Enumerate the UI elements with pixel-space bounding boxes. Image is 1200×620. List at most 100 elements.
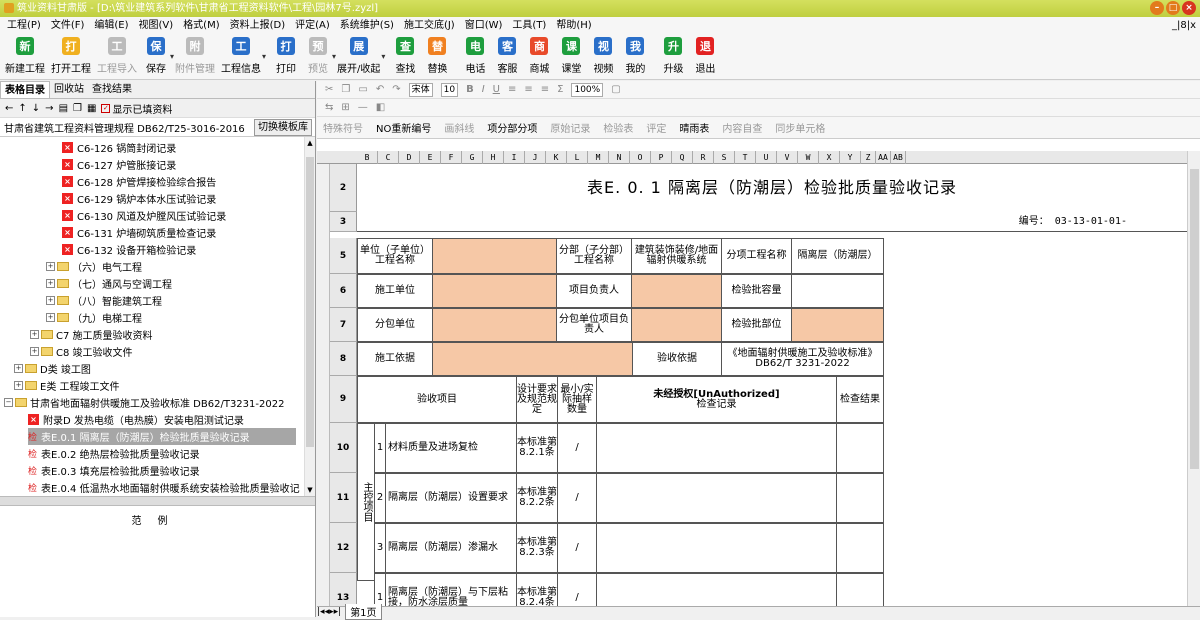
expand-icon[interactable]: + xyxy=(14,381,23,390)
up-icon[interactable]: ↑ xyxy=(18,103,26,114)
batch-capacity-input[interactable] xyxy=(791,274,884,308)
toolbar-button-user[interactable]: 我我的 xyxy=(619,34,651,79)
toolbar-button-service[interactable]: 客客服 xyxy=(491,34,523,79)
column-letter[interactable]: B xyxy=(357,151,378,164)
paste-icon[interactable]: ▭ xyxy=(358,84,367,95)
expand-icon[interactable]: + xyxy=(46,279,55,288)
tree-node[interactable]: + C7 施工质量验收资料 xyxy=(30,326,153,343)
line-icon[interactable]: — xyxy=(358,102,368,113)
tree-node[interactable]: × C6-129 锅炉本体水压试验记录 xyxy=(62,190,216,207)
toolbar-button-video[interactable]: 视视频 xyxy=(587,34,619,79)
item-sample[interactable]: / xyxy=(557,573,597,606)
merge-icon[interactable]: ⊞ xyxy=(341,102,349,113)
tree-node[interactable]: × C6-128 炉管焊接检验综合报告 xyxy=(62,173,216,190)
row-header[interactable]: 7 xyxy=(330,308,357,342)
toolbar-button-find[interactable]: 查查找 xyxy=(389,34,421,79)
redo-icon[interactable]: ↷ xyxy=(392,84,400,95)
column-letter[interactable]: AA xyxy=(876,151,891,164)
code-value[interactable]: 03-13-01-01- xyxy=(1055,216,1127,227)
tree-node[interactable]: + （八）智能建筑工程 xyxy=(46,292,162,309)
row-header[interactable]: 11 xyxy=(330,473,357,523)
item-check-result[interactable] xyxy=(836,473,884,523)
column-letter[interactable]: Z xyxy=(861,151,876,164)
expand-icon[interactable]: + xyxy=(30,347,39,356)
item-check-result[interactable] xyxy=(836,423,884,473)
column-letter[interactable]: D xyxy=(399,151,420,164)
item-check-record[interactable] xyxy=(596,523,837,573)
sheet-scrollbar[interactable] xyxy=(1187,151,1200,606)
column-letter[interactable]: R xyxy=(693,151,714,164)
tree-node[interactable]: × C6-127 炉管胀接记录 xyxy=(62,156,176,173)
close-button[interactable]: × xyxy=(1182,1,1196,15)
item-check-result[interactable] xyxy=(836,523,884,573)
menu-item[interactable]: 窗口(W) xyxy=(460,17,508,34)
toolbar-button-info[interactable]: 工工程信息 xyxy=(218,34,264,79)
menu-item[interactable]: 资料上报(D) xyxy=(225,17,291,34)
item-check-record[interactable] xyxy=(596,423,837,473)
project-lead-input[interactable] xyxy=(631,274,722,308)
expand-icon[interactable]: + xyxy=(30,330,39,339)
tree-node[interactable]: 检表E.0.2 绝热层检验批质量验收记录 xyxy=(28,445,200,462)
copy-icon[interactable]: ❐ xyxy=(341,84,350,95)
column-letter[interactable]: AB xyxy=(891,151,906,164)
column-letter[interactable]: P xyxy=(651,151,672,164)
row-header[interactable]: 13 xyxy=(330,573,357,606)
wrap-icon[interactable]: ⇆ xyxy=(325,102,333,113)
sheet-tab[interactable]: 第1页 xyxy=(345,604,382,620)
tree-node[interactable]: 检表E.0.4 低温热水地面辐射供暖系统安装检验批质量验收记 xyxy=(28,479,300,496)
tree-node[interactable]: × C6-132 设备开箱检验记录 xyxy=(62,241,196,258)
down-icon[interactable]: ↓ xyxy=(32,103,40,114)
batch-part-input[interactable] xyxy=(791,308,884,342)
tree-node[interactable]: × C6-130 风道及炉膛风压试验记录 xyxy=(62,207,226,224)
form-tool-button[interactable]: 特殊符号 xyxy=(323,120,363,135)
example-splitter[interactable] xyxy=(0,497,315,506)
column-letter[interactable]: M xyxy=(588,151,609,164)
menu-item[interactable]: 评定(A) xyxy=(290,17,335,34)
column-letter[interactable]: C xyxy=(378,151,399,164)
undo-icon[interactable]: ↶ xyxy=(376,84,384,95)
column-letter[interactable]: Y xyxy=(840,151,861,164)
column-letter[interactable]: X xyxy=(819,151,840,164)
tree-node[interactable]: + （九）电梯工程 xyxy=(46,309,142,326)
back-icon[interactable]: ← xyxy=(5,103,13,114)
underline-icon[interactable]: U xyxy=(493,84,500,95)
collapse-icon[interactable]: − xyxy=(4,398,13,407)
column-letter[interactable]: L xyxy=(567,151,588,164)
form-tool-button[interactable]: 晴雨表 xyxy=(679,120,709,135)
align-right-icon[interactable]: ≡ xyxy=(541,84,549,95)
italic-icon[interactable]: I xyxy=(482,84,485,95)
form-tool-button[interactable]: 画斜线 xyxy=(444,120,474,135)
unit-name-input[interactable] xyxy=(432,238,557,274)
forward-icon[interactable]: → xyxy=(45,103,53,114)
column-letter[interactable]: H xyxy=(483,151,504,164)
column-letter[interactable]: O xyxy=(630,151,651,164)
mdi-controls[interactable]: _|8|x xyxy=(1172,17,1196,34)
menu-item[interactable]: 格式(M) xyxy=(178,17,224,34)
form-tool-button[interactable]: 项分部分项 xyxy=(487,120,537,135)
row-header[interactable]: 10 xyxy=(330,423,357,473)
menu-item[interactable]: 文件(F) xyxy=(46,17,90,34)
sheet-scroll-thumb[interactable] xyxy=(1190,169,1199,469)
zoom-select[interactable]: 100% xyxy=(571,82,604,97)
font-select[interactable]: 宋体 xyxy=(408,82,433,97)
tree-node[interactable]: 检表E.0.3 填充层检验批质量验收记录 xyxy=(28,462,200,479)
toolbar-button-print[interactable]: 打打印 xyxy=(270,34,302,79)
sum-icon[interactable]: Σ xyxy=(557,84,563,95)
scroll-down-icon[interactable]: ▼ xyxy=(306,486,314,494)
tab-0[interactable]: 表格目录 xyxy=(0,81,50,98)
last-sheet-icon[interactable]: ▸| xyxy=(334,607,342,617)
column-letter[interactable]: K xyxy=(546,151,567,164)
toolbar-button-class[interactable]: 课课堂 xyxy=(555,34,587,79)
construction-unit-input[interactable] xyxy=(432,274,557,308)
menu-item[interactable]: 编辑(E) xyxy=(89,17,133,34)
column-letter[interactable]: G xyxy=(462,151,483,164)
row-header[interactable]: 5 xyxy=(330,238,357,274)
tree-node[interactable]: − 甘肃省地面辐射供暖施工及验收标准 DB62/T3231-2022 xyxy=(4,394,284,411)
toolbar-button-expand[interactable]: 展展开/收起 xyxy=(334,34,383,79)
column-letter[interactable]: S xyxy=(714,151,735,164)
maximize-button[interactable]: □ xyxy=(1166,1,1180,15)
expand-icon[interactable]: + xyxy=(46,313,55,322)
subcontract-unit-input[interactable] xyxy=(432,308,557,342)
construction-basis-input[interactable] xyxy=(432,342,633,376)
toolbar-button-save[interactable]: 保保存 xyxy=(140,34,172,79)
